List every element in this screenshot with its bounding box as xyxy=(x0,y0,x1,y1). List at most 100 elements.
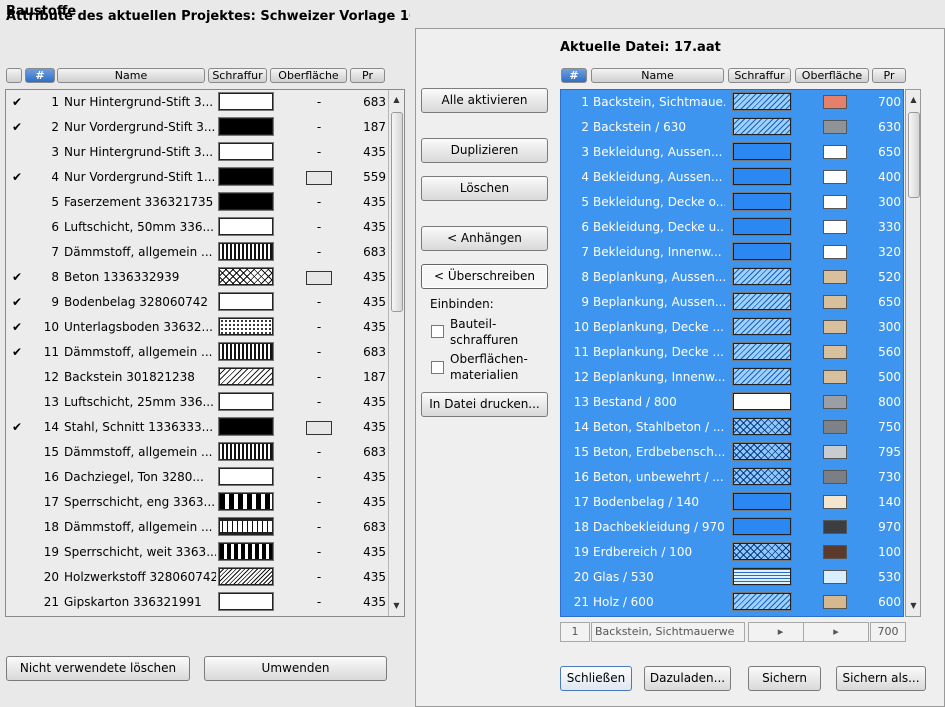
table-row[interactable]: 20 Glas / 530 530 xyxy=(561,565,903,590)
left-header-num[interactable]: # xyxy=(25,68,55,83)
left-header-pr[interactable]: Pr xyxy=(350,68,385,83)
left-attribute-list[interactable]: ✔ 1 Nur Hintergrund-Stift 3... -683 ✔ 2 Nur Vo… xyxy=(5,89,405,617)
left-scroll-thumb[interactable] xyxy=(391,112,403,312)
scroll-down-icon[interactable]: ▼ xyxy=(389,598,404,613)
table-row[interactable]: 16 Beton, unbewehrt / ... 730 xyxy=(561,465,903,490)
table-row[interactable]: 17 Sperrschicht, eng 3363... - 435 xyxy=(6,490,404,515)
table-row[interactable]: 2 Backstein / 630 630 xyxy=(561,115,903,140)
table-row[interactable]: 7 Bekleidung, Innenw... 320 xyxy=(561,240,903,265)
row-checkbox[interactable] xyxy=(10,140,24,165)
activate-all-button[interactable]: Alle aktivieren xyxy=(421,88,548,113)
check-icon[interactable]: ✔ xyxy=(10,315,24,340)
right-attribute-list[interactable]: 1 Backstein, Sichtmaue... 700 2 Backstein / … xyxy=(560,89,904,617)
row-checkbox[interactable] xyxy=(10,440,24,465)
scroll-up-icon[interactable]: ▲ xyxy=(906,92,921,107)
left-scrollbar[interactable]: ▲ ▼ xyxy=(388,90,404,616)
row-checkbox[interactable] xyxy=(10,590,24,615)
nav-index-field[interactable]: 1 xyxy=(560,622,590,642)
left-header-hatch[interactable]: Schraffur xyxy=(208,68,267,83)
table-row[interactable]: 17 Bodenbelag / 140 140 xyxy=(561,490,903,515)
scroll-down-icon[interactable]: ▼ xyxy=(906,598,921,613)
table-row[interactable]: 5 Bekleidung, Decke o... 300 xyxy=(561,190,903,215)
table-row[interactable]: 9 Beplankung, Aussen... 650 xyxy=(561,290,903,315)
row-checkbox[interactable] xyxy=(10,515,24,540)
table-row[interactable]: 10 Beplankung, Decke ... 300 xyxy=(561,315,903,340)
row-checkbox[interactable] xyxy=(10,490,24,515)
table-row[interactable]: ✔ 2 Nur Vordergrund-Stift 3... - 187 xyxy=(6,115,404,140)
right-scrollbar[interactable]: ▲ ▼ xyxy=(905,89,921,617)
convert-button[interactable]: Umwenden xyxy=(204,656,387,681)
table-row[interactable]: ✔ 10 Unterlagsboden 33632... - 435 xyxy=(6,315,404,340)
append-button[interactable]: < Anhängen xyxy=(421,226,548,251)
nav-pr-field[interactable]: 700 xyxy=(870,622,906,642)
duplicate-button[interactable]: Duplizieren xyxy=(421,138,548,163)
table-row[interactable]: 7 Dämmstoff, allgemein ... - 683 xyxy=(6,240,404,265)
check-icon[interactable]: ✔ xyxy=(10,290,24,315)
scroll-up-icon[interactable]: ▲ xyxy=(389,92,404,107)
table-row[interactable]: 1 Backstein, Sichtmaue... 700 xyxy=(561,90,903,115)
table-row[interactable]: ✔ 4 Nur Vordergrund-Stift 1... 559 xyxy=(6,165,404,190)
check-icon[interactable]: ✔ xyxy=(10,90,24,115)
row-checkbox[interactable] xyxy=(10,240,24,265)
table-row[interactable]: 3 Nur Hintergrund-Stift 3... - 435 xyxy=(6,140,404,165)
table-row[interactable]: 15 Beton, Erdbebensch... 795 xyxy=(561,440,903,465)
right-header-pr[interactable]: Pr xyxy=(872,68,906,83)
right-header-num[interactable]: # xyxy=(561,68,587,83)
surface-include-checkbox[interactable] xyxy=(431,361,444,374)
table-row[interactable]: 8 Beplankung, Aussen... 520 xyxy=(561,265,903,290)
table-row[interactable]: ✔ 9 Bodenbelag 328060742 - 435 xyxy=(6,290,404,315)
table-row[interactable]: 3 Bekleidung, Aussen... 650 xyxy=(561,140,903,165)
table-row[interactable]: 13 Luftschicht, 25mm 336... - 435 xyxy=(6,390,404,415)
table-row[interactable]: ✔ 11 Dämmstoff, allgemein ... - 683 xyxy=(6,340,404,365)
left-header-select[interactable] xyxy=(6,68,22,83)
table-row[interactable]: 16 Dachziegel, Ton 3280... - 435 xyxy=(6,465,404,490)
check-icon[interactable]: ✔ xyxy=(10,415,24,440)
overwrite-button[interactable]: < Überschreiben xyxy=(421,264,548,289)
row-checkbox[interactable] xyxy=(10,390,24,415)
table-row[interactable]: ✔ 8 Beton 1336332939 435 xyxy=(6,265,404,290)
row-checkbox[interactable] xyxy=(10,215,24,240)
table-row[interactable]: 18 Dämmstoff, allgemein ... - 683 xyxy=(6,515,404,540)
check-icon[interactable]: ✔ xyxy=(10,265,24,290)
row-checkbox[interactable] xyxy=(10,565,24,590)
left-header-surface[interactable]: Oberfläche xyxy=(270,68,347,83)
table-row[interactable]: 19 Sperrschicht, weit 3363... - 435 xyxy=(6,540,404,565)
table-row[interactable]: 11 Beplankung, Decke ... 560 xyxy=(561,340,903,365)
left-header-name[interactable]: Name xyxy=(57,68,205,83)
table-row[interactable]: 4 Bekleidung, Aussen... 400 xyxy=(561,165,903,190)
nav-name-field[interactable]: Backstein, Sichtmauerwe xyxy=(591,622,745,642)
save-as-button[interactable]: Sichern als... xyxy=(836,666,926,691)
row-checkbox[interactable] xyxy=(10,190,24,215)
nav-last-button[interactable]: ▸ xyxy=(803,622,869,642)
hatch-include-checkbox[interactable] xyxy=(431,325,444,338)
table-row[interactable]: 12 Backstein 301821238 - 187 xyxy=(6,365,404,390)
table-row[interactable]: 19 Erdbereich / 100 100 xyxy=(561,540,903,565)
load-button[interactable]: Dazuladen... xyxy=(644,666,731,691)
right-scroll-thumb[interactable] xyxy=(908,112,920,198)
row-checkbox[interactable] xyxy=(10,365,24,390)
table-row[interactable]: 18 Dachbekleidung / 970 970 xyxy=(561,515,903,540)
print-to-file-button[interactable]: In Datei drucken... xyxy=(421,392,548,417)
table-row[interactable]: 12 Beplankung, Innenw... 500 xyxy=(561,365,903,390)
table-row[interactable]: ✔ 1 Nur Hintergrund-Stift 3... - 683 xyxy=(6,90,404,115)
table-row[interactable]: 13 Bestand / 800 800 xyxy=(561,390,903,415)
delete-unused-button[interactable]: Nicht verwendete löschen xyxy=(6,656,190,681)
row-checkbox[interactable] xyxy=(10,465,24,490)
delete-button[interactable]: Löschen xyxy=(421,176,548,201)
table-row[interactable]: 6 Luftschicht, 50mm 336... - 435 xyxy=(6,215,404,240)
save-button[interactable]: Sichern xyxy=(748,666,821,691)
table-row[interactable]: 15 Dämmstoff, allgemein ... - 683 xyxy=(6,440,404,465)
right-header-surface[interactable]: Oberfläche xyxy=(795,68,869,83)
table-row[interactable]: ✔ 14 Stahl, Schnitt 1336333... 435 xyxy=(6,415,404,440)
table-row[interactable]: 20 Holzwerkstoff 328060742 - 435 xyxy=(6,565,404,590)
right-header-hatch[interactable]: Schraffur xyxy=(728,68,791,83)
close-button[interactable]: Schließen xyxy=(560,666,632,691)
check-icon[interactable]: ✔ xyxy=(10,165,24,190)
row-checkbox[interactable] xyxy=(10,540,24,565)
table-row[interactable]: 21 Gipskarton 336321991 - 435 xyxy=(6,590,404,615)
table-row[interactable]: 14 Beton, Stahlbeton / ... 750 xyxy=(561,415,903,440)
check-icon[interactable]: ✔ xyxy=(10,340,24,365)
check-icon[interactable]: ✔ xyxy=(10,115,24,140)
table-row[interactable]: 6 Bekleidung, Decke u... 330 xyxy=(561,215,903,240)
right-header-name[interactable]: Name xyxy=(591,68,724,83)
